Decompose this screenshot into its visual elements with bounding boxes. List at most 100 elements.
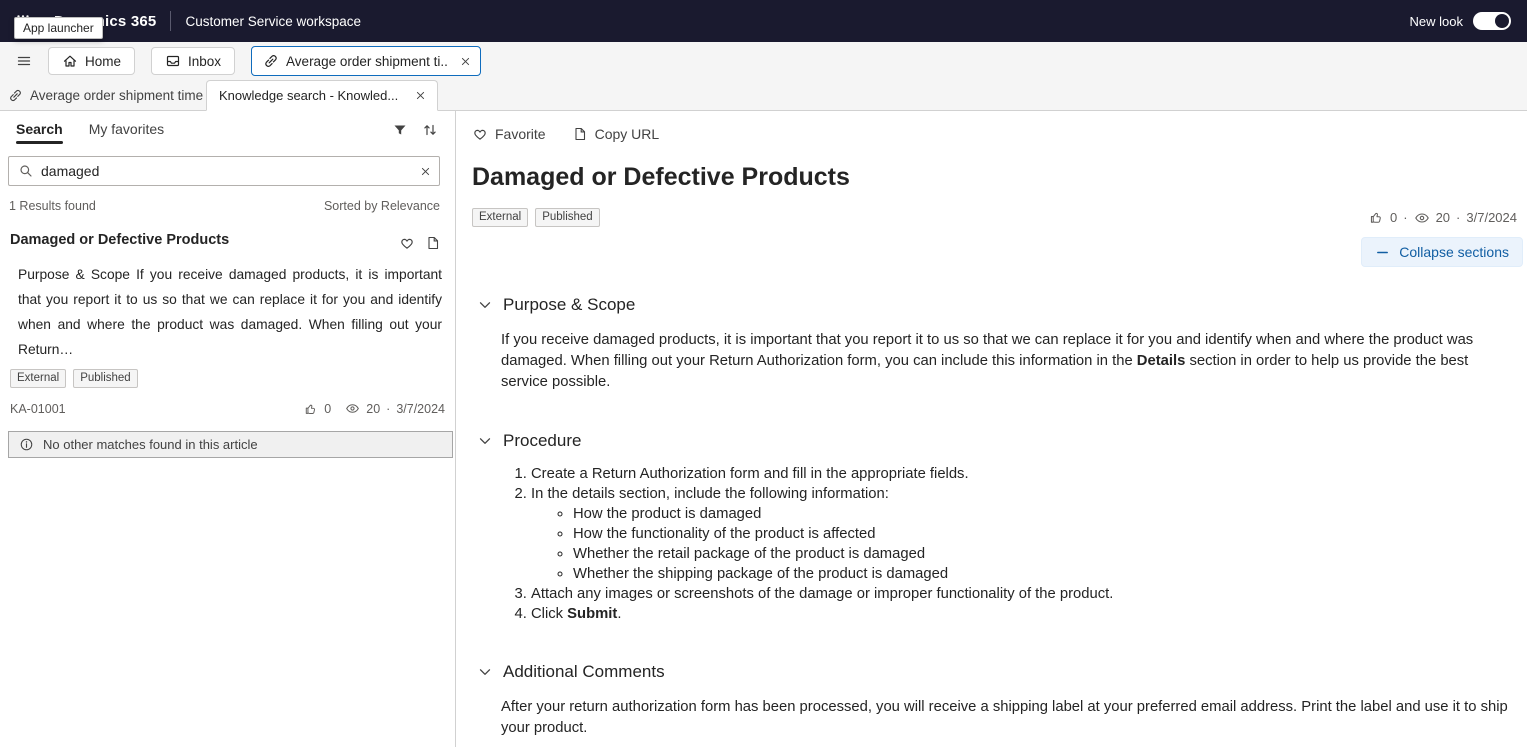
close-session-tab-button[interactable] — [455, 51, 475, 71]
result-title[interactable]: Damaged or Defective Products — [10, 232, 393, 248]
no-matches-banner: No other matches found in this article — [8, 431, 453, 458]
procedure-step: Attach any images or screenshots of the … — [531, 584, 1513, 604]
copy-url-button[interactable]: Copy URL — [562, 120, 670, 148]
panel-pivot-row: Search My favorites — [0, 111, 455, 147]
new-look-toggle[interactable] — [1473, 12, 1511, 30]
content-area: Search My favorites 1 Results found — [0, 111, 1527, 747]
badge-published: Published — [535, 208, 600, 227]
procedure-steps: Create a Return Authorization form and f… — [501, 464, 1513, 624]
article-title: Damaged or Defective Products — [472, 163, 850, 191]
tab-session-label: Average order shipment ti... — [286, 53, 449, 69]
article-likes: 0 — [1390, 210, 1398, 225]
result-footer: KA-01001 0 20 · 3/7/2024 — [10, 401, 445, 416]
result-id: KA-01001 — [10, 401, 66, 416]
copy-document-icon — [425, 235, 441, 251]
section-heading: Additional Comments — [503, 662, 665, 681]
session-tab-bar: Home Inbox Average order shipment ti... — [0, 42, 1527, 80]
search-icon — [18, 163, 34, 179]
procedure-step: Click Submit. — [531, 604, 1513, 624]
info-icon — [19, 437, 34, 452]
purpose-paragraph: If you receive damaged products, it is i… — [501, 330, 1513, 393]
section-heading: Procedure — [503, 431, 582, 450]
link-icon — [8, 88, 23, 103]
collapse-row: Collapse sections — [456, 227, 1527, 267]
step-text: Click — [531, 606, 568, 622]
tab-home-label: Home — [85, 53, 122, 69]
search-input[interactable] — [41, 163, 408, 179]
app-launcher-tooltip: App launcher — [14, 17, 103, 39]
top-navbar: Dynamics 365 Customer Service workspace … — [0, 0, 1527, 42]
result-card-header: Damaged or Defective Products — [10, 232, 445, 254]
panel-tab-favorites[interactable]: My favorites — [89, 114, 164, 146]
section-procedure: Procedure Create a Return Authorization … — [477, 431, 1513, 624]
tab-session-active[interactable]: Average order shipment ti... — [251, 46, 482, 76]
article-stats: 0 · 20 · 3/7/2024 — [1369, 210, 1517, 226]
step-text-bold: Submit — [567, 606, 618, 622]
section-body: After your return authorization form has… — [501, 697, 1513, 747]
sort-icon — [422, 122, 438, 138]
sort-button[interactable] — [415, 115, 445, 145]
section-header-procedure[interactable]: Procedure — [477, 431, 1513, 451]
procedure-step: In the details section, include the foll… — [531, 484, 1513, 584]
article-views: 20 — [1435, 210, 1451, 225]
close-icon — [414, 89, 427, 102]
result-date: 3/7/2024 — [396, 401, 445, 416]
chevron-down-icon — [477, 297, 493, 313]
inbox-icon — [165, 53, 181, 69]
result-badges: External Published — [10, 369, 445, 388]
app-name-label[interactable]: Customer Service workspace — [185, 14, 361, 29]
article-date: 3/7/2024 — [1466, 210, 1517, 225]
section-heading: Purpose & Scope — [503, 295, 636, 314]
sorted-by-label: Sorted by Relevance — [323, 199, 440, 213]
article-sections: Purpose & Scope If you receive damaged p… — [456, 267, 1527, 747]
collapse-sections-label: Collapse sections — [1399, 244, 1509, 260]
article-header-row: External Published 0 · 20 · 3/7/2024 — [456, 192, 1527, 227]
tab-inbox-label: Inbox — [188, 53, 222, 69]
link-icon — [263, 53, 279, 69]
close-icon — [419, 165, 432, 178]
topbar-divider — [170, 11, 172, 31]
step-text: In the details section, include the foll… — [531, 486, 889, 502]
app-tab-bar: Average order shipment time Knowledge se… — [0, 80, 1527, 111]
section-body: If you receive damaged products, it is i… — [501, 330, 1513, 393]
article-badges: External Published — [472, 208, 600, 227]
subtab-knowledge-search-active[interactable]: Knowledge search - Knowled... — [206, 80, 438, 111]
article-toolbar: Favorite Copy URL — [456, 111, 1527, 150]
thumbs-up-icon — [304, 402, 318, 416]
session-home-link[interactable]: Average order shipment time — [8, 80, 206, 110]
favorite-result-button[interactable] — [395, 232, 419, 254]
result-likes: 0 — [324, 401, 332, 416]
tab-inbox[interactable]: Inbox — [151, 47, 236, 75]
section-header-additional-comments[interactable]: Additional Comments — [477, 662, 1513, 682]
close-icon — [459, 55, 472, 68]
search-box — [8, 156, 440, 186]
copy-result-link-button[interactable] — [421, 232, 445, 254]
chevron-down-icon — [477, 433, 493, 449]
app-window: Dynamics 365 Customer Service workspace … — [0, 0, 1527, 747]
step-text: Create a Return Authorization form and f… — [531, 466, 969, 482]
meta-dot: · — [386, 401, 391, 416]
section-header-purpose-scope[interactable]: Purpose & Scope — [477, 295, 1513, 315]
views-eye-icon — [345, 401, 360, 416]
result-card[interactable]: Damaged or Defective Products Purpose & … — [0, 213, 455, 416]
procedure-substep: How the product is damaged — [573, 504, 1513, 524]
close-subtab-button[interactable] — [410, 86, 430, 106]
expand-sitemap-button[interactable] — [8, 46, 40, 76]
favorite-article-button[interactable]: Favorite — [462, 120, 556, 148]
filter-button[interactable] — [385, 115, 415, 145]
heart-icon — [399, 235, 415, 251]
badge-external: External — [472, 208, 529, 227]
clear-search-button[interactable] — [415, 161, 435, 181]
result-snippet: Purpose & Scope If you receive damaged p… — [18, 267, 442, 357]
meta-dot: · — [1403, 210, 1408, 225]
panel-tab-search[interactable]: Search — [16, 114, 63, 146]
results-count: 1 Results found — [9, 199, 96, 213]
step-text: . — [617, 606, 622, 622]
tab-home[interactable]: Home — [48, 47, 136, 75]
result-views: 20 — [366, 401, 381, 416]
dash-icon — [1375, 245, 1390, 260]
procedure-substep: Whether the shipping package of the prod… — [573, 564, 1513, 584]
collapse-sections-button[interactable]: Collapse sections — [1361, 237, 1523, 267]
subtab-label: Knowledge search - Knowled... — [219, 88, 399, 103]
knowledge-search-panel: Search My favorites 1 Results found — [0, 111, 456, 747]
